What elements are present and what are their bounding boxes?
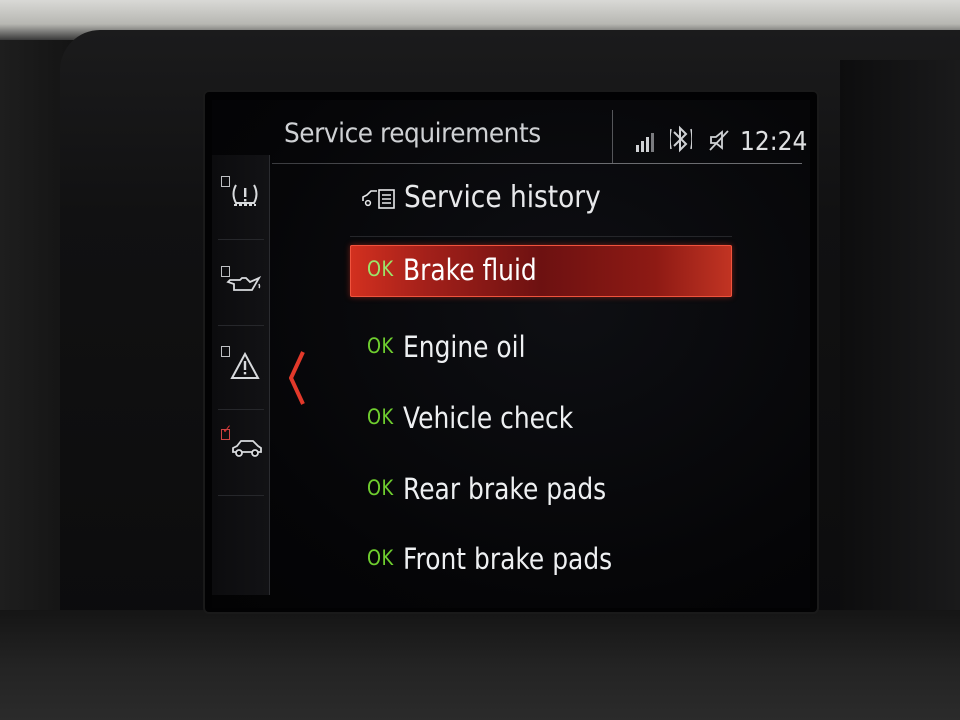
page-title: Service requirements (284, 118, 541, 149)
status-ok: OK (367, 257, 394, 281)
menu-item-label: Rear brake pads (403, 472, 607, 506)
header-divider (272, 163, 802, 164)
sidebar-item-vehicle[interactable]: ✓ (212, 413, 269, 483)
bluetooth-icon (669, 124, 693, 160)
menu-item-label: Brake fluid (403, 253, 537, 287)
dashboard-bottom (0, 610, 960, 720)
menu-divider (350, 236, 732, 237)
menu-item-label: Engine oil (403, 330, 526, 364)
menu-item-label: Vehicle check (403, 401, 574, 435)
idrive-screen: Service requirements 12:24 ✓ Service his… (212, 100, 810, 608)
checkbox (221, 176, 230, 187)
tire-pressure-icon (230, 182, 260, 212)
service-history-icon (362, 188, 400, 214)
menu-item-engine-oil[interactable]: OK Engine oil (350, 322, 732, 374)
status-ok: OK (367, 476, 394, 500)
sidebar-item-tire-pressure[interactable] (212, 160, 269, 230)
menu-item-rear-brake-pads[interactable]: OK Rear brake pads (350, 464, 732, 516)
menu-item-label: Front brake pads (403, 542, 613, 576)
menu-item-vehicle-check[interactable]: OK Vehicle check (350, 393, 732, 445)
status-ok: OK (367, 334, 394, 358)
status-ok: OK (367, 546, 394, 570)
checkbox (221, 346, 230, 357)
clock: 12:24 (740, 127, 808, 157)
back-chevron-icon[interactable] (287, 348, 307, 408)
oil-can-icon (226, 272, 262, 300)
dashboard-right (840, 60, 960, 620)
status-area: 12:24 (612, 110, 810, 164)
service-history-label: Service history (404, 180, 601, 215)
car-service-icon (230, 437, 264, 463)
checkbox (221, 429, 230, 440)
mute-icon (708, 128, 732, 156)
warning-triangle-icon (230, 351, 260, 384)
category-sidebar: ✓ (212, 155, 270, 595)
menu-item-front-brake-pads[interactable]: OK Front brake pads (350, 534, 732, 586)
sidebar-item-warning[interactable] (212, 330, 269, 400)
sidebar-item-oil[interactable] (212, 250, 269, 320)
signal-icon (636, 126, 662, 152)
status-ok: OK (367, 405, 394, 429)
menu-item-brake-fluid[interactable]: OK Brake fluid (350, 245, 732, 297)
